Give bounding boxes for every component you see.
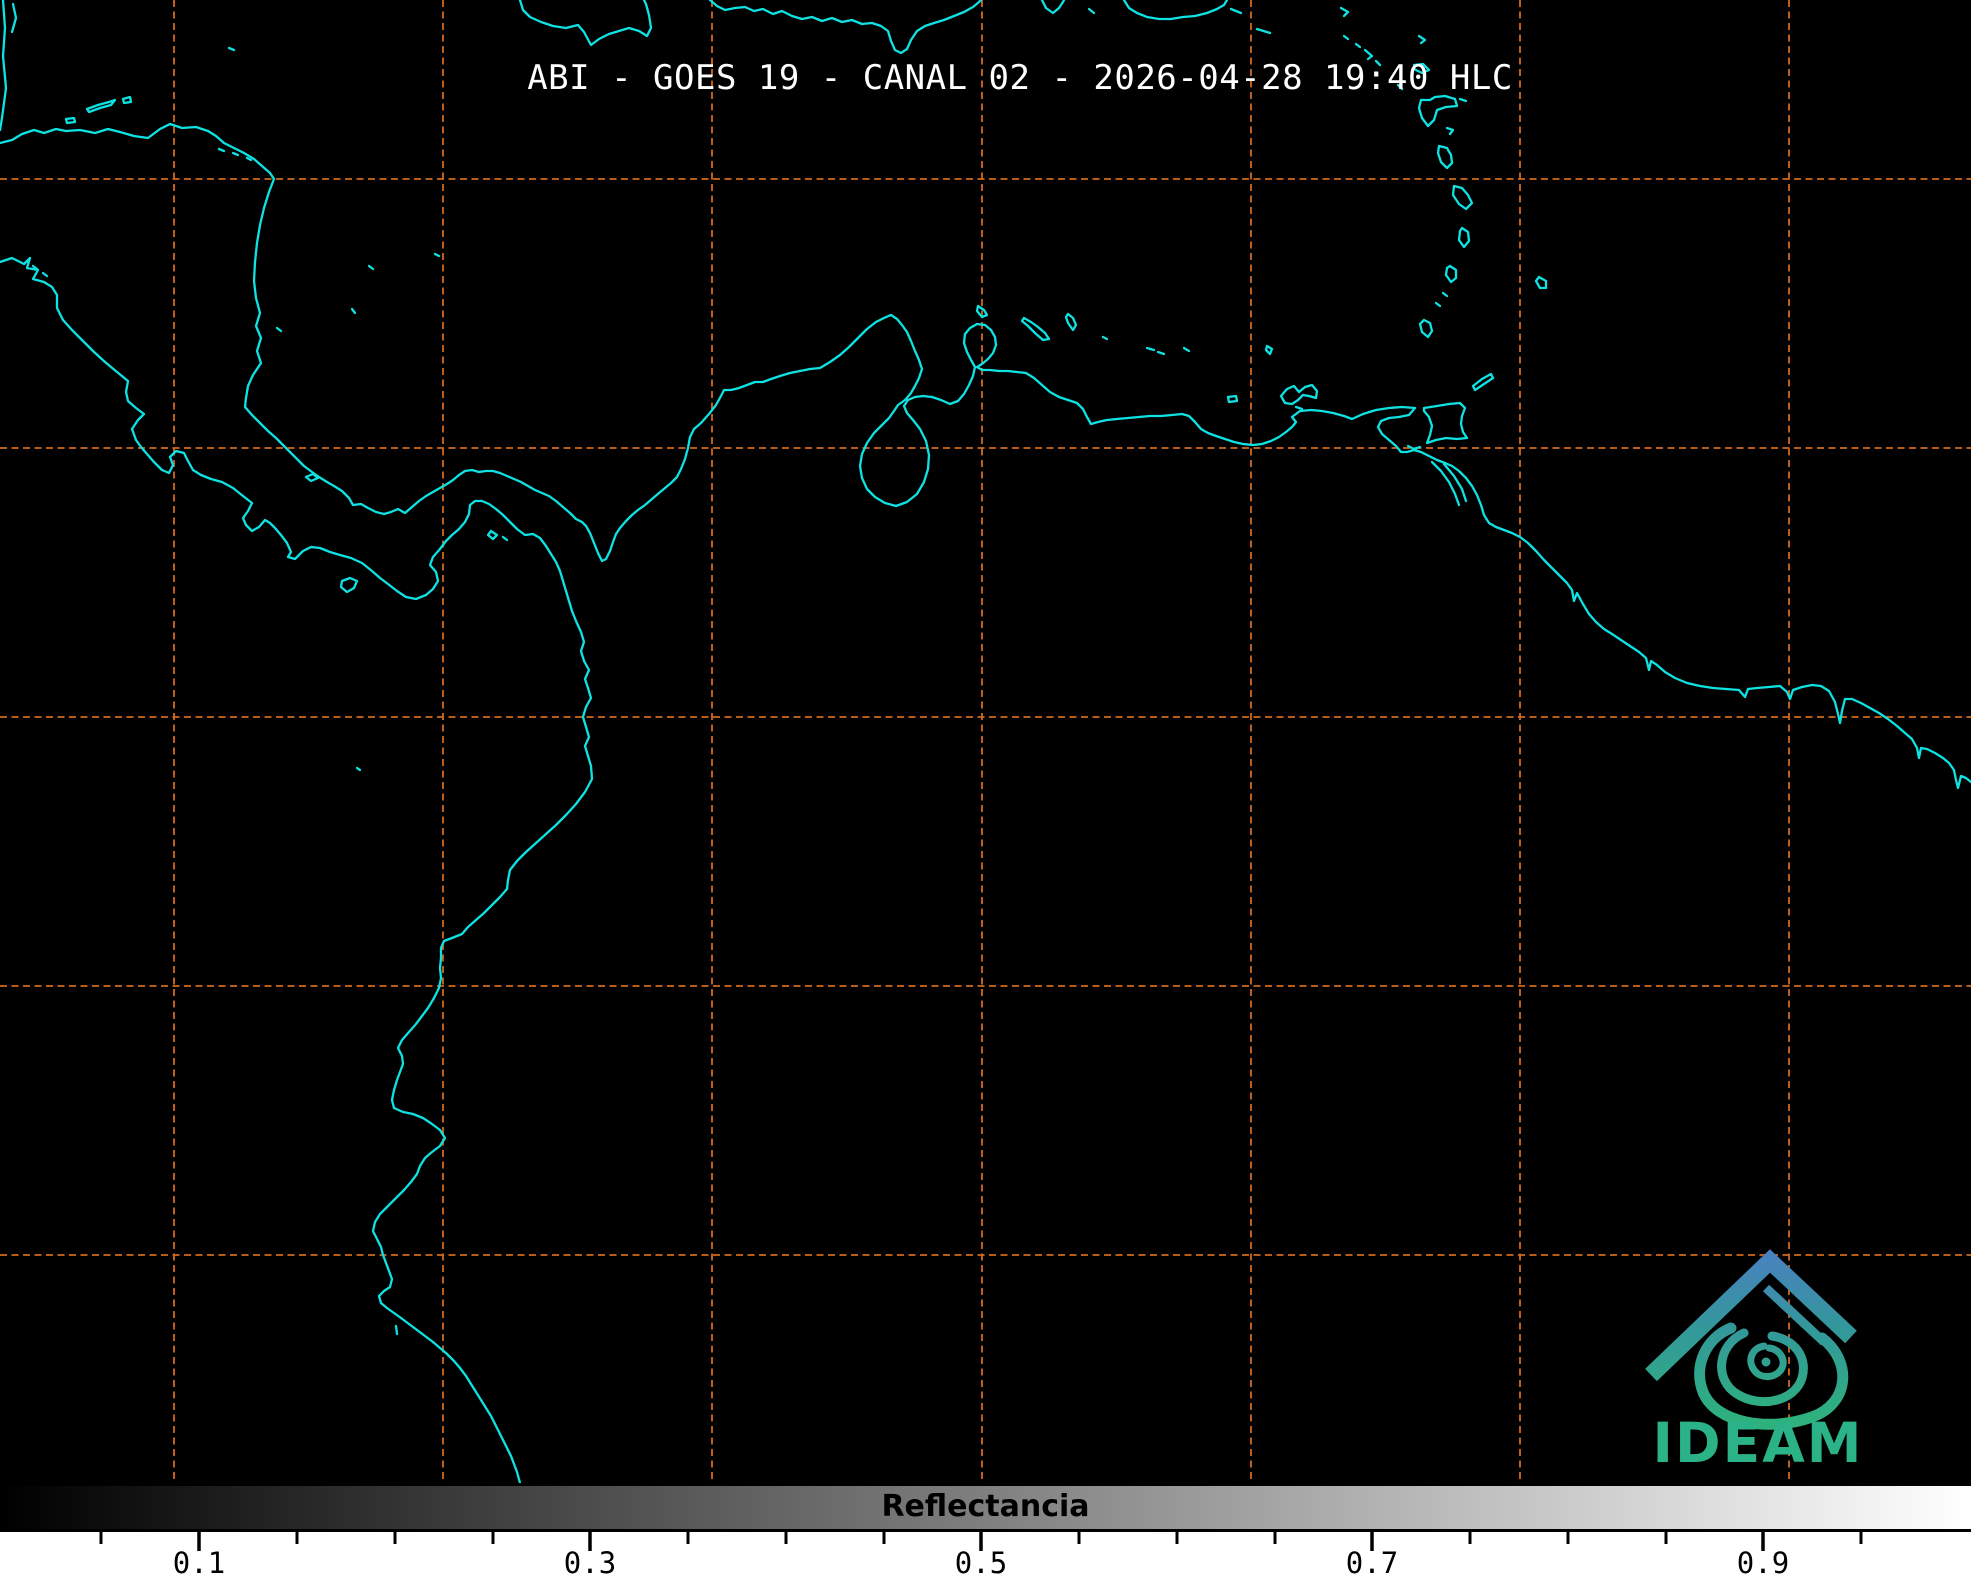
logo-spiral-eye — [1762, 1358, 1771, 1367]
coastline-mona-island — [1089, 9, 1094, 13]
coastline-margarita — [1281, 385, 1317, 404]
coastline-marie-galante — [1447, 128, 1453, 134]
coastline-st-eustatius — [1356, 44, 1360, 47]
coastline-orchila — [1184, 348, 1189, 351]
coastline-roncador-cay — [435, 254, 439, 256]
coastline-lobos-island — [396, 1326, 397, 1334]
logo-text: IDEAM — [1653, 1411, 1864, 1475]
coastline-guanaja — [123, 97, 131, 103]
coastline-trinidad — [1424, 403, 1467, 443]
coastline-jamaica — [520, 0, 651, 45]
graticule-grid — [0, 0, 1971, 1483]
coastline-caratasca-cays-2 — [233, 153, 238, 155]
coastline-puerto-rico — [1124, 0, 1227, 19]
coastline-pearl-islands-2 — [503, 537, 507, 540]
colorbar-tick-label: 0.5 — [955, 1546, 1007, 1577]
image-title: ABI - GOES 19 - CANAL 02 - 2026-04-28 19… — [527, 58, 1513, 98]
coastline-grenada — [1420, 320, 1432, 337]
coastline-fonseca-islets-2 — [43, 273, 47, 276]
coastline-turneffe-cays — [12, 4, 16, 32]
coastline-belize-coast — [0, 0, 6, 130]
colorbar-ticks: 0.1 0.3 0.5 0.7 0.9 — [0, 1532, 1971, 1577]
coastline-caratasca-cays-1 — [219, 149, 224, 151]
colorbar-label: Reflectancia — [0, 1483, 1971, 1532]
coastline-martinique — [1453, 186, 1472, 209]
coastline-tobago — [1473, 374, 1493, 390]
colorbar-tick-label: 0.7 — [1346, 1546, 1398, 1577]
coastline-providencia — [369, 266, 373, 269]
coastline-malpelo — [357, 768, 360, 770]
colorbar-tick-label: 0.1 — [173, 1546, 225, 1577]
coastline-st-croix — [1257, 29, 1270, 33]
coastline-la-desirade — [1460, 99, 1466, 101]
coastline-swan-island — [229, 48, 234, 50]
colorbar-axis: 0.1 0.3 0.5 0.7 0.9 — [0, 1532, 1971, 1577]
colorbar-tick-label: 0.9 — [1737, 1546, 1789, 1577]
coastline-utila — [66, 118, 75, 123]
coastline-st-vincent — [1446, 266, 1456, 282]
coastline-dominica — [1438, 146, 1452, 168]
coastline-st-lucia — [1459, 228, 1469, 247]
coastline-grenadines-1 — [1443, 293, 1447, 296]
coastline-roatan — [87, 100, 115, 112]
colorbar-tick-label: 0.3 — [564, 1546, 616, 1577]
coastline-curacao — [1022, 318, 1049, 340]
ideam-logo: IDEAM — [1651, 1261, 1864, 1475]
coastline-bonaire — [1066, 314, 1076, 330]
coastline-coche — [1296, 407, 1302, 409]
coastline-los-roques-2 — [1158, 352, 1164, 354]
coastline-la-blanquilla — [1266, 346, 1272, 354]
map-canvas: IDEAM — [0, 0, 1971, 1483]
coastline-barbuda — [1419, 36, 1425, 43]
coastline-hispaniola-south-coast — [710, 0, 981, 53]
coastline-la-tortuga — [1228, 396, 1237, 402]
coastline-corn-islands — [277, 328, 281, 331]
coastline-st-martin — [1341, 8, 1348, 16]
coastline-pacific-coast — [0, 258, 592, 1483]
coastline-vieques — [1231, 9, 1241, 13]
coastline-san-andres — [352, 309, 355, 313]
coastline-caribbean-mainland-coast — [0, 124, 1971, 788]
coastline-coiba — [341, 578, 357, 592]
satellite-map: IDEAM ABI - GOES 19 - CANAL 02 - 2026-04… — [0, 0, 1971, 1483]
coastline-los-roques-1 — [1147, 348, 1154, 350]
coastlines-layer — [0, 0, 1971, 1483]
coastline-caratasca-cays-3 — [247, 158, 251, 160]
coastline-las-aves — [1103, 337, 1107, 339]
coastline-pearl-islands-1 — [488, 531, 497, 539]
coastline-dr-southeast-coast — [1042, 0, 1064, 13]
coastline-saba — [1344, 36, 1348, 39]
coastline-barbados — [1536, 277, 1546, 288]
coastline-guadeloupe — [1419, 96, 1457, 126]
coastline-grenadines-2 — [1436, 303, 1440, 306]
